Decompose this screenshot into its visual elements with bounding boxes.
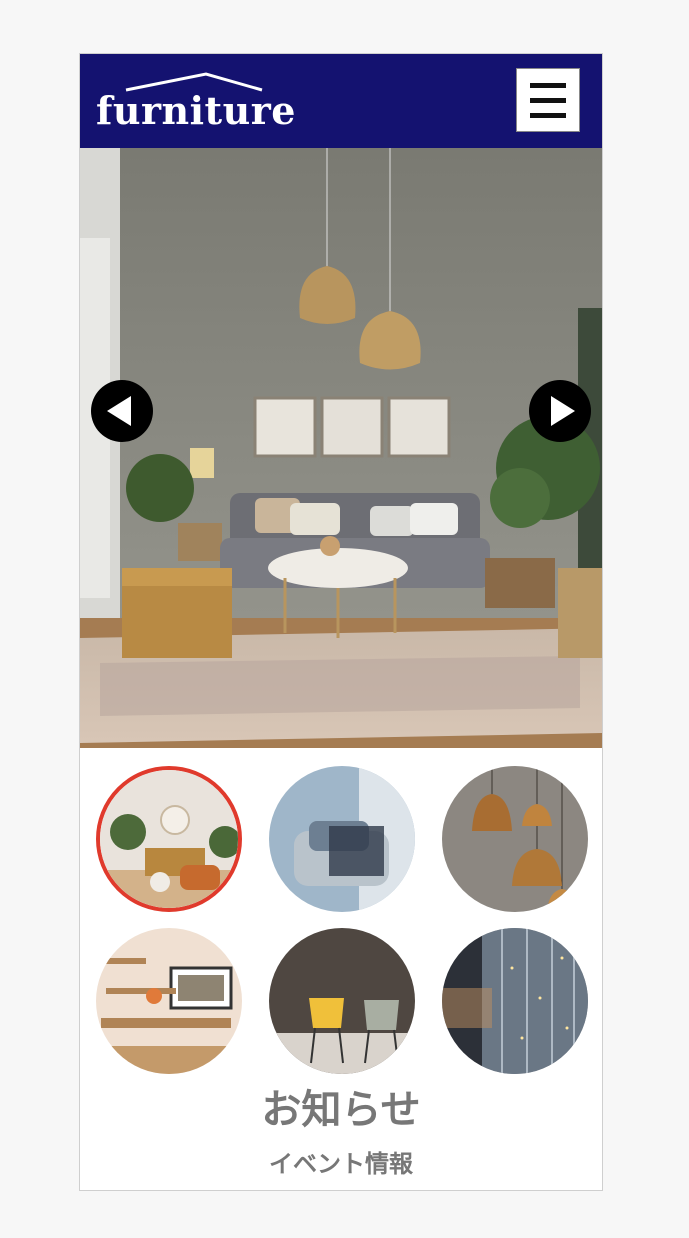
armchair-thumbnail (269, 766, 415, 912)
logo-text: furniture (96, 88, 296, 133)
thumbnail-chairs[interactable] (269, 928, 415, 1074)
news-title: お知らせ (261, 1087, 421, 1133)
news-subtitle[interactable]: イベント情報 (80, 1152, 602, 1176)
arrow-left-icon (107, 396, 131, 426)
living-room-photo (80, 148, 602, 748)
hamburger-icon (530, 83, 566, 88)
thumbnail-curtain-lights[interactable] (442, 928, 588, 1074)
curtain-lights-thumbnail (442, 928, 588, 1074)
thumbnail-armchair[interactable] (269, 766, 415, 912)
thumbnail-pendant-lamps[interactable] (442, 766, 588, 912)
wall-shelves-thumbnail (96, 928, 242, 1074)
site-header: furniture (80, 54, 602, 148)
hamburger-icon-bar (530, 113, 566, 118)
chairs-thumbnail (269, 928, 415, 1074)
carousel-prev-button[interactable] (91, 380, 153, 442)
hamburger-icon-bar (530, 98, 566, 103)
menu-button[interactable] (516, 68, 580, 132)
hero-carousel (80, 148, 602, 748)
site-logo[interactable]: furniture (96, 70, 295, 140)
living-room-thumbnail (100, 770, 238, 908)
arrow-right-icon (551, 396, 575, 426)
thumbnail-wall-shelves[interactable] (96, 928, 242, 1074)
thumbnail-living-room[interactable] (96, 766, 242, 912)
pendant-lamps-thumbnail (442, 766, 588, 912)
page-frame: furniture お知らせ イベント情報 (79, 53, 603, 1191)
carousel-next-button[interactable] (529, 380, 591, 442)
